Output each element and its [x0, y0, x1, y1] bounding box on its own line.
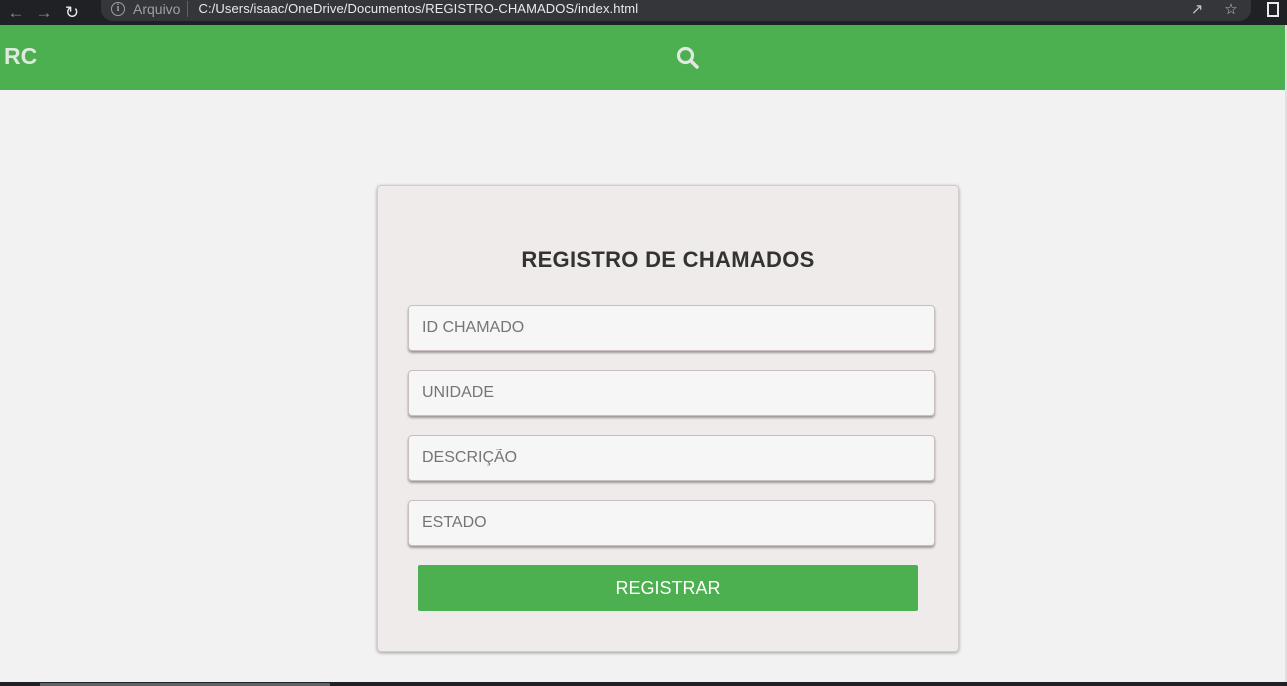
search-icon: [676, 46, 699, 69]
info-icon[interactable]: i: [111, 1, 125, 16]
registrar-button[interactable]: REGISTRAR: [418, 565, 918, 611]
address-bar[interactable]: i Arquivo C:/Users/isaac/OneDrive/Docume…: [101, 0, 1251, 21]
address-divider: [187, 0, 189, 17]
url-text[interactable]: C:/Users/isaac/OneDrive/Documentos/REGIS…: [198, 1, 638, 16]
reload-icon: ↻: [64, 2, 80, 22]
form-title: REGISTRO DE CHAMADOS: [521, 247, 815, 272]
window-restore-button[interactable]: [1267, 2, 1279, 17]
scheme-label: Arquivo: [133, 0, 181, 17]
logo[interactable]: RC: [4, 43, 37, 70]
descricao-input[interactable]: [408, 435, 935, 481]
registro-form-card: REGISTRO DE CHAMADOS REGISTRAR: [377, 185, 959, 652]
share-icon[interactable]: ↗: [1189, 0, 1205, 18]
arrow-right-icon: →: [35, 2, 53, 22]
star-icon[interactable]: ☆: [1223, 0, 1239, 18]
search-button[interactable]: [674, 44, 702, 72]
horizontal-scrollbar[interactable]: [0, 682, 1287, 686]
id-chamado-input[interactable]: [408, 305, 935, 351]
app-header: RC: [0, 25, 1287, 90]
arrow-left-icon: ←: [7, 2, 25, 22]
unidade-input[interactable]: [408, 370, 935, 416]
back-button[interactable]: ←: [4, 3, 28, 23]
estado-input[interactable]: [408, 500, 935, 546]
reload-button[interactable]: ↻: [60, 3, 84, 23]
forward-button[interactable]: →: [32, 3, 56, 23]
browser-toolbar: ← → ↻ i Arquivo C:/Users/isaac/OneDrive/…: [0, 0, 1287, 25]
